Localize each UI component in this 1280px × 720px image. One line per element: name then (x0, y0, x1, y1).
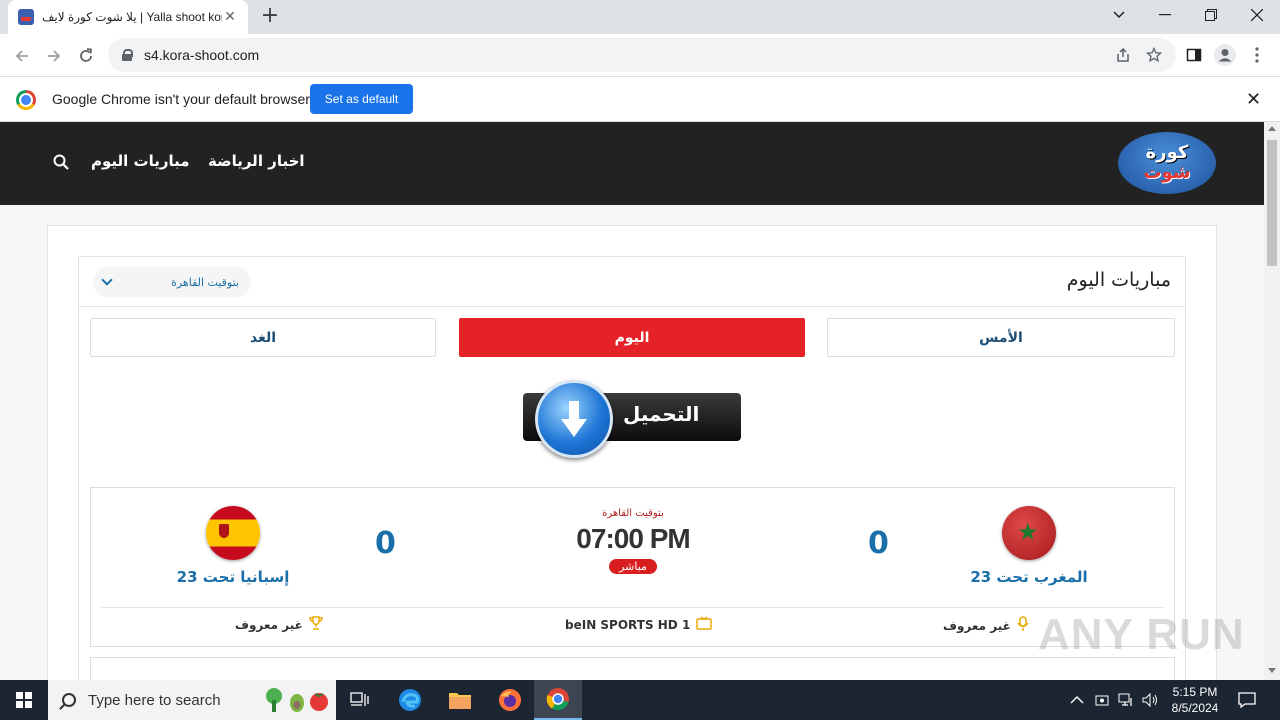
page-scrollbar[interactable] (1264, 122, 1280, 680)
search-icon[interactable] (53, 154, 69, 170)
match-timezone: بتوقيت القاهرة (602, 508, 664, 519)
menu-kebab-icon[interactable] (1246, 44, 1268, 66)
clock-time: 5:15 PM (1172, 685, 1218, 699)
site-favicon-icon (18, 9, 34, 25)
scrollbar-thumb[interactable] (1267, 140, 1277, 266)
away-team: إسبانيا تحت 23 (143, 506, 323, 586)
close-window-icon[interactable] (1234, 0, 1280, 30)
morocco-flag-icon: ★ (1002, 506, 1056, 560)
close-infobar-icon[interactable]: ✕ (1246, 89, 1261, 110)
tab-today[interactable]: اليوم (459, 318, 805, 357)
anyrun-watermark: ANY RUN (1038, 610, 1245, 659)
infobar-message: Google Chrome isn't your default browser (52, 91, 310, 107)
scroll-down-icon[interactable] (1268, 668, 1276, 673)
edge-icon[interactable] (386, 680, 434, 720)
tv-icon (696, 616, 712, 634)
tournament-name: غير معروف (235, 618, 303, 632)
home-team: ★ المغرب تحت 23 (939, 506, 1119, 586)
download-ad-banner[interactable]: التحميل (483, 368, 783, 468)
commentator-name: غير معروف (943, 619, 1011, 633)
match-card-next[interactable] (90, 657, 1175, 680)
firefox-icon[interactable] (486, 680, 534, 720)
timezone-label: بتوقيت القاهرة (171, 275, 239, 289)
windows-logo-icon (16, 692, 32, 708)
volume-icon[interactable] (1142, 680, 1158, 720)
commentator-info: غير معروف (943, 616, 1029, 636)
new-tab-button[interactable]: + (258, 4, 282, 28)
network-icon[interactable] (1118, 680, 1134, 720)
away-team-name: إسبانيا تحت 23 (176, 568, 290, 586)
home-score: 0 (868, 526, 889, 561)
back-icon[interactable] (8, 42, 36, 70)
url-text: s4.kora-shoot.com (144, 47, 260, 63)
bookmark-star-icon[interactable] (1143, 44, 1165, 66)
clock-date: 8/5/2024 (1171, 701, 1219, 715)
chrome-taskbar-icon[interactable] (534, 680, 582, 720)
matches-header: مباريات اليوم بتوقيت القاهرة (79, 257, 1185, 307)
logo-line-1: كورة (1145, 142, 1189, 163)
reload-icon[interactable] (72, 42, 100, 70)
address-bar[interactable]: s4.kora-shoot.com (108, 38, 1176, 72)
nav-link-matches-today[interactable]: مباريات اليوم (91, 152, 190, 170)
browser-toolbar: s4.kora-shoot.com (0, 34, 1280, 76)
search-icon (62, 693, 76, 707)
side-panel-icon[interactable] (1183, 44, 1205, 66)
card-divider (101, 607, 1164, 608)
profile-avatar-icon[interactable] (1214, 44, 1236, 66)
taskbar-clock[interactable]: 5:15 PM 8/5/2024 (1160, 684, 1230, 716)
tab-tomorrow[interactable]: الغد (90, 318, 436, 357)
download-arrow-icon (535, 380, 613, 458)
matches-widget: مباريات اليوم بتوقيت القاهرة الأمس اليوم… (78, 256, 1186, 680)
windows-taskbar: Type here to search 5:15 PM 8/5/2024 (0, 680, 1280, 720)
default-browser-infobar: Google Chrome isn't your default browser… (0, 76, 1280, 122)
taskbar-search[interactable]: Type here to search (48, 680, 336, 720)
site-header: كورة شوت اخبار الرياضة مباريات اليوم (0, 122, 1264, 205)
security-tray-icon[interactable] (1095, 680, 1109, 720)
away-score: 0 (375, 526, 396, 561)
timezone-select[interactable]: بتوقيت القاهرة (93, 267, 251, 297)
matches-title: مباريات اليوم (1066, 269, 1171, 291)
scroll-up-icon[interactable] (1268, 126, 1276, 131)
close-tab-icon[interactable]: ✕ (222, 9, 238, 25)
tab-yesterday[interactable]: الأمس (827, 318, 1175, 357)
channel-name: beIN SPORTS HD 1 (565, 618, 691, 632)
show-hidden-icons[interactable] (1070, 680, 1084, 720)
spain-flag-icon (206, 506, 260, 560)
live-badge: مباشر (609, 559, 657, 574)
site-logo[interactable]: كورة شوت (1118, 132, 1216, 194)
match-card[interactable]: ★ المغرب تحت 23 0 بتوقيت القاهرة 07:00 P… (90, 487, 1175, 647)
taskbar-search-placeholder: Type here to search (88, 691, 221, 709)
tab-search-icon[interactable] (1096, 0, 1142, 30)
restore-icon[interactable] (1188, 0, 1234, 30)
logo-line-2: شوت (1143, 162, 1191, 183)
browser-tab[interactable]: يلا شوت كورة لايف | Yalla shoot kora liv… (8, 0, 248, 34)
start-button[interactable] (0, 680, 48, 720)
channel-info: beIN SPORTS HD 1 (565, 616, 712, 634)
tab-title: يلا شوت كورة لايف | Yalla shoot kora liv… (42, 10, 222, 24)
set-as-default-button[interactable]: Set as default (310, 84, 413, 114)
search-highlight-icon (260, 686, 330, 719)
trophy-icon (309, 616, 323, 634)
chrome-logo-icon (16, 90, 36, 110)
notifications-icon[interactable] (1238, 680, 1256, 720)
page-viewport: كورة شوت اخبار الرياضة مباريات اليوم مبا… (0, 122, 1264, 680)
microphone-icon (1017, 616, 1029, 636)
lock-icon (122, 49, 133, 61)
match-time-block: بتوقيت القاهرة 07:00 PM مباشر (533, 508, 733, 574)
forward-icon[interactable] (40, 42, 68, 70)
tournament-info: غير معروف (235, 616, 323, 634)
match-time: 07:00 PM (576, 523, 690, 554)
download-ad-text: التحميل (623, 402, 700, 426)
nav-link-sports-news[interactable]: اخبار الرياضة (208, 152, 305, 170)
task-view-icon[interactable] (336, 680, 384, 720)
file-explorer-icon[interactable] (436, 680, 484, 720)
home-team-name: المغرب تحت 23 (970, 568, 1088, 586)
tab-strip: يلا شوت كورة لايف | Yalla shoot kora liv… (0, 0, 1280, 34)
share-icon[interactable] (1112, 44, 1134, 66)
minimize-icon[interactable] (1142, 0, 1188, 30)
